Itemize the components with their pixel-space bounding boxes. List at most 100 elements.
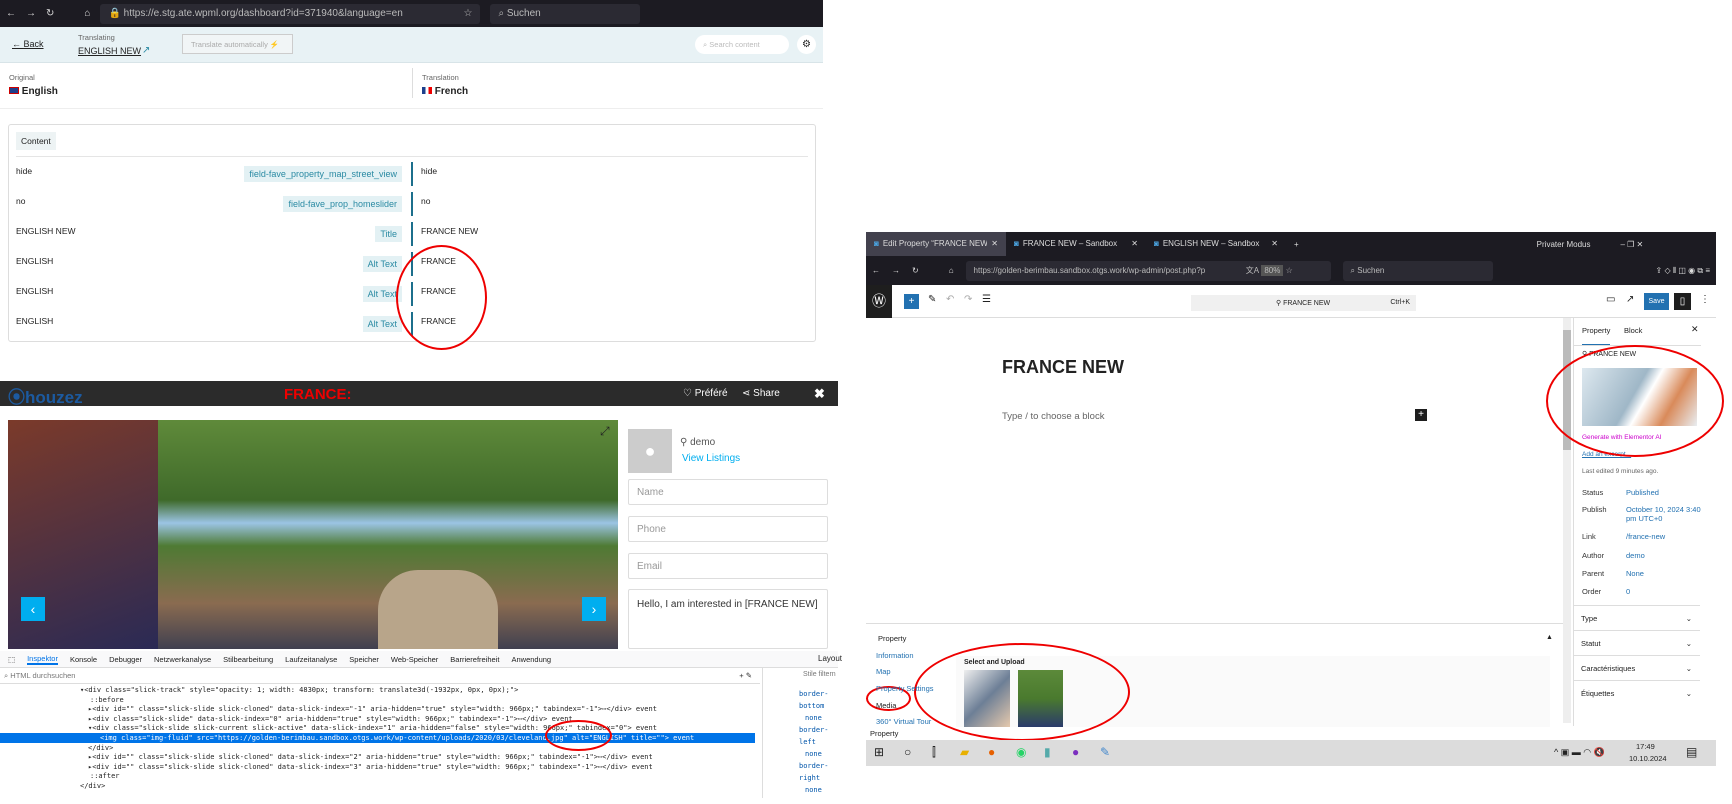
meta-value[interactable]: Published	[1626, 488, 1701, 497]
devtools-tab[interactable]: Netzwerkanalyse	[154, 655, 211, 664]
html-node[interactable]: ▸<div id="" class="slick-slide slick-clo…	[88, 704, 657, 714]
browser-tab[interactable]: ◙ FRANCE NEW – Sandbox ✕	[1006, 232, 1146, 256]
home-icon[interactable]: ⌂	[84, 8, 90, 19]
css-rule[interactable]: border-bottom	[799, 688, 838, 712]
settings-gear-icon[interactable]: ⚙	[797, 35, 816, 54]
home-icon[interactable]: ⌂	[949, 266, 954, 275]
save-button[interactable]: Save	[1644, 293, 1669, 310]
search-bar[interactable]: ⌕ Suchen	[1342, 260, 1493, 281]
html-node[interactable]: ▸<div id="" class="slick-slide slick-clo…	[88, 762, 653, 772]
block-placeholder[interactable]: Type / to choose a block	[1002, 411, 1104, 422]
doc-title-link[interactable]: ENGLISH NEW	[78, 46, 141, 56]
devtools-tab[interactable]: Barrierefreiheit	[450, 655, 499, 664]
reload-icon[interactable]: ↻	[912, 266, 919, 275]
document-overview-icon[interactable]: ☰	[982, 294, 991, 305]
search-content-input[interactable]: ⌕ Search content	[695, 35, 789, 54]
whatsapp-icon[interactable]: ◉	[1016, 745, 1026, 759]
element-picker-icon[interactable]: ⬚	[8, 655, 15, 664]
command-palette[interactable]: ⚲ FRANCE NEW Ctrl+K	[1191, 295, 1416, 311]
view-post-icon[interactable]: ↗	[1626, 294, 1634, 305]
external-link-icon[interactable]: ↗	[142, 45, 150, 56]
firefox-icon[interactable]: ●	[988, 745, 995, 759]
bookmark-star-icon[interactable]: ☆	[1283, 266, 1293, 275]
meta-value[interactable]: None	[1626, 569, 1701, 578]
close-tab-icon[interactable]: ✕	[1131, 239, 1138, 249]
html-node[interactable]: ::before	[90, 695, 124, 705]
notepad-icon[interactable]: ▮	[1044, 745, 1051, 759]
sidebar-panel[interactable]: Étiquettes ⌄	[1573, 680, 1700, 705]
html-node[interactable]: ▸<div class="slick-slide" data-slick-ind…	[88, 714, 573, 724]
address-bar[interactable]: 🔒 https://e.stg.ate.wpml.org/dashboard?i…	[100, 3, 481, 24]
metabox-nav-item[interactable]: 360° Virtual Tour	[876, 717, 931, 726]
options-menu-icon[interactable]: ⋮	[1700, 294, 1710, 305]
css-rule[interactable]: none	[799, 748, 838, 760]
window-controls[interactable]: – ❐ ✕	[1620, 240, 1643, 249]
styles-filter[interactable]: Stile filtern	[803, 671, 836, 678]
phone-input[interactable]: Phone	[628, 516, 828, 542]
html-node[interactable]: <img class="img-fluid" src="https://gold…	[0, 733, 755, 743]
redo-icon[interactable]: ↷	[964, 294, 972, 305]
css-rule[interactable]: none	[799, 712, 838, 724]
message-textarea[interactable]: Hello, I am interested in [FRANCE NEW]	[628, 589, 828, 649]
paint-icon[interactable]: ✎	[1100, 745, 1110, 759]
tab-block[interactable]: Block	[1624, 326, 1642, 335]
devtools-tab[interactable]: Debugger	[109, 655, 142, 664]
back-icon[interactable]: ←	[872, 266, 880, 275]
meta-value[interactable]: 0	[1626, 587, 1701, 596]
expand-icon[interactable]: ⤢	[600, 424, 610, 439]
html-search-input[interactable]: ⌕ HTML durchsuchen + ✎	[0, 668, 760, 684]
name-input[interactable]: Name	[628, 479, 828, 505]
editor-footer-breadcrumb[interactable]: Property	[870, 729, 898, 738]
translation-text[interactable]: no	[421, 196, 430, 206]
sidebar-panel[interactable]: Caractéristiques ⌄	[1573, 655, 1700, 680]
undo-icon[interactable]: ↶	[946, 294, 954, 305]
close-tab-icon[interactable]: ✕	[991, 239, 998, 249]
meta-value[interactable]: /france-new	[1626, 532, 1701, 541]
html-node[interactable]: ▾<div class="slick-track" style="opacity…	[80, 685, 518, 695]
reload-icon[interactable]: ↻	[46, 8, 54, 19]
post-title[interactable]: FRANCE NEW	[1002, 357, 1124, 378]
html-node[interactable]: </div>	[80, 781, 105, 791]
back-link[interactable]: ← Back	[12, 39, 44, 49]
settings-toggle-icon[interactable]: ▯	[1674, 293, 1691, 310]
browser-tab[interactable]: ◙ ENGLISH NEW – Sandbox ✕	[1146, 232, 1286, 256]
close-sidebar-icon[interactable]: ✕	[1691, 324, 1699, 335]
preview-icon[interactable]: ▭	[1606, 294, 1615, 305]
devtools-tab[interactable]: Konsole	[70, 655, 97, 664]
share-button[interactable]: ⋖ Share	[742, 388, 780, 399]
metabox-nav-item[interactable]: Property Settings	[876, 684, 934, 693]
browser-tab[interactable]: ◙ Edit Property “FRANCE NEW” ‹ ✕	[866, 232, 1006, 256]
tray-icons[interactable]: ^ ▣ ▬ ◠ 🔇	[1554, 747, 1605, 758]
add-block-button[interactable]: +	[904, 294, 919, 309]
new-tab-icon[interactable]: +	[1286, 240, 1307, 249]
email-input[interactable]: Email	[628, 553, 828, 579]
wordpress-logo-icon[interactable]: Ⓦ	[866, 285, 892, 318]
translation-text[interactable]: FRANCE NEW	[421, 226, 478, 236]
favorite-button[interactable]: ♡ Préféré	[683, 388, 728, 399]
sidebar-panel[interactable]: Statut ⌄	[1573, 630, 1700, 655]
close-tab-icon[interactable]: ✕	[1271, 239, 1278, 249]
sidebar-panel[interactable]: Type ⌄	[1573, 605, 1700, 630]
meta-value[interactable]: demo	[1626, 551, 1701, 560]
bookmark-star-icon[interactable]: ☆	[463, 8, 472, 19]
html-node[interactable]: ▸<div id="" class="slick-slide slick-clo…	[88, 752, 653, 762]
devtools-tab[interactable]: Stilbearbeitung	[223, 655, 273, 664]
metabox-nav-item[interactable]: Map	[876, 667, 891, 676]
tab-property[interactable]: Property	[1582, 326, 1611, 346]
view-listings-link[interactable]: View Listings	[682, 453, 740, 464]
layout-tab[interactable]: Layout	[818, 654, 842, 663]
inline-add-block-icon[interactable]: +	[1415, 409, 1427, 421]
tools-pen-icon[interactable]: ✎	[928, 294, 936, 305]
css-rule[interactable]: border-right	[799, 760, 838, 784]
devtools-tab[interactable]: Speicher	[349, 655, 379, 664]
zoom-level[interactable]: 80%	[1261, 265, 1284, 276]
css-rule[interactable]: border-left	[799, 724, 838, 748]
metabox-nav-item[interactable]: Information	[876, 651, 914, 660]
translate-icon[interactable]: 文A	[1244, 265, 1262, 276]
devtools-tab[interactable]: Anwendung	[511, 655, 551, 664]
slider-next-button[interactable]: ›	[582, 597, 606, 621]
private-firefox-icon[interactable]: ●	[1072, 745, 1079, 759]
css-rule[interactable]: none	[799, 784, 838, 796]
explorer-icon[interactable]: ▰	[960, 745, 969, 759]
back-icon[interactable]: ←	[6, 8, 16, 19]
